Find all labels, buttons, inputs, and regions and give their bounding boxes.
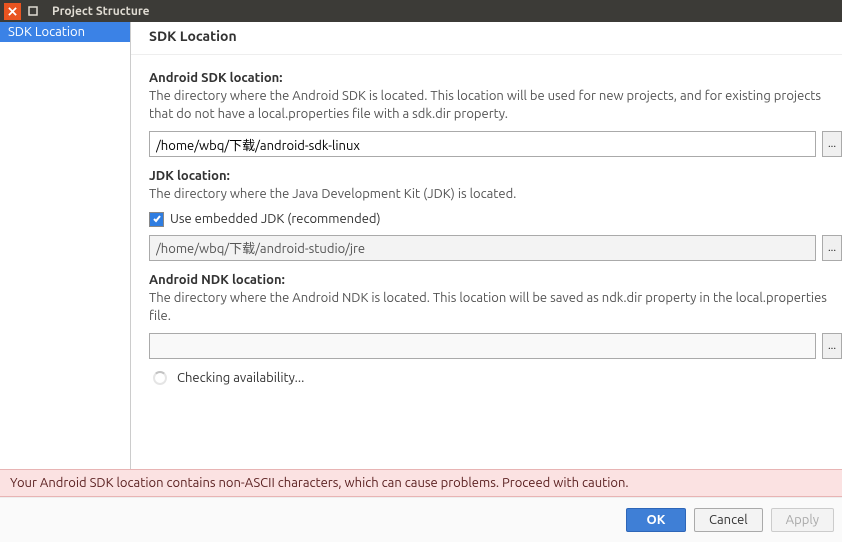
window-title: Project Structure xyxy=(52,5,150,18)
button-bar: OK Cancel Apply xyxy=(0,497,842,542)
sdk-title: Android SDK location: xyxy=(149,71,842,85)
ndk-desc: The directory where the Android NDK is l… xyxy=(149,289,842,325)
ndk-path-input[interactable] xyxy=(149,333,816,359)
main-panel: SDK Location Android SDK location: The d… xyxy=(131,22,842,469)
jdk-desc: The directory where the Java Development… xyxy=(149,185,842,203)
apply-button: Apply xyxy=(771,508,834,532)
main-body: Android SDK location: The directory wher… xyxy=(131,55,842,469)
cancel-button[interactable]: Cancel xyxy=(694,508,763,532)
ndk-input-row: ... xyxy=(149,333,842,359)
jdk-embedded-checkbox[interactable] xyxy=(149,212,164,227)
jdk-embedded-row[interactable]: Use embedded JDK (recommended) xyxy=(149,212,842,227)
maximize-icon[interactable] xyxy=(24,3,41,20)
warning-text: Your Android SDK location contains non-A… xyxy=(10,476,629,490)
content-area: SDK Location SDK Location Android SDK lo… xyxy=(0,22,842,469)
sidebar-item-label: SDK Location xyxy=(8,25,85,39)
ndk-title: Android NDK location: xyxy=(149,273,842,287)
page-title: SDK Location xyxy=(131,22,842,55)
jdk-browse-button[interactable]: ... xyxy=(822,235,842,261)
close-icon[interactable] xyxy=(4,3,21,20)
warning-bar: Your Android SDK location contains non-A… xyxy=(0,469,842,497)
jdk-embedded-label: Use embedded JDK (recommended) xyxy=(170,212,381,226)
jdk-input-row: ... xyxy=(149,235,842,261)
status-text: Checking availability... xyxy=(177,371,304,385)
sidebar-item-sdk-location[interactable]: SDK Location xyxy=(0,22,130,42)
status-row: Checking availability... xyxy=(149,371,842,385)
sdk-path-input[interactable] xyxy=(149,131,816,157)
spinner-icon xyxy=(153,371,167,385)
sdk-desc: The directory where the Android SDK is l… xyxy=(149,87,842,123)
jdk-title: JDK location: xyxy=(149,169,842,183)
titlebar: Project Structure xyxy=(0,0,842,22)
jdk-path-input xyxy=(149,235,816,261)
ok-button[interactable]: OK xyxy=(626,508,686,532)
sdk-browse-button[interactable]: ... xyxy=(822,131,842,157)
sidebar: SDK Location xyxy=(0,22,131,469)
ndk-browse-button[interactable]: ... xyxy=(822,333,842,359)
sdk-input-row: ... xyxy=(149,131,842,157)
